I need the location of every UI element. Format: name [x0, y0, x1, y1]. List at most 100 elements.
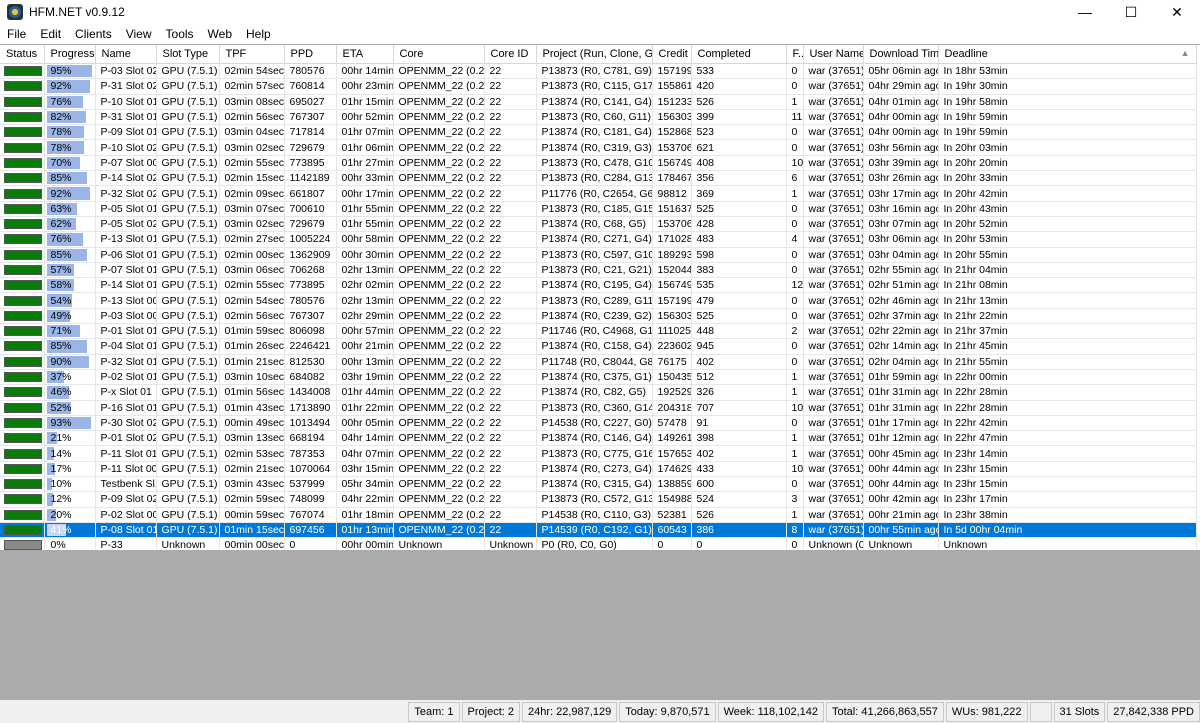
completed-cell: 448: [691, 323, 787, 340]
table-row[interactable]: 49% P-03 Slot 00 GPU (7.5.1) 02min 56sec 767…: [0, 308, 1197, 325]
user-name-cell: war (37651): [803, 155, 864, 172]
progress-label: 10%: [50, 478, 72, 491]
credit-cell: 138859: [652, 476, 692, 493]
table-row[interactable]: 71% P-01 Slot 01 GPU (7.5.1) 01min 59sec 806…: [0, 323, 1197, 340]
table-row[interactable]: 52% P-16 Slot 01 GPU (7.5.1) 01min 43sec 171…: [0, 400, 1197, 416]
core-id-cell: 22: [484, 231, 537, 248]
minimize-button[interactable]: —: [1062, 0, 1108, 24]
column-header-credit[interactable]: Credit: [652, 45, 692, 64]
column-header-tpf[interactable]: TPF: [219, 45, 285, 64]
status-wus: WUs: 981,222: [945, 701, 1028, 722]
column-header-slot-type[interactable]: Slot Type: [156, 45, 220, 64]
core-id-cell: 22: [484, 323, 537, 340]
table-row[interactable]: 76% P-10 Slot 01 GPU (7.5.1) 03min 08sec 695…: [0, 94, 1197, 110]
column-header-progress[interactable]: Progress: [44, 45, 96, 64]
core-id-cell: 22: [484, 185, 537, 202]
name-cell: P-06 Slot 01: [95, 247, 157, 263]
table-row[interactable]: 92% P-31 Slot 02 GPU (7.5.1) 02min 57sec 760…: [0, 78, 1197, 95]
column-header-completed[interactable]: Completed: [691, 45, 787, 64]
user-name-cell: war (37651): [803, 338, 864, 355]
table-row[interactable]: 12% P-09 Slot 02 GPU (7.5.1) 02min 59sec 748…: [0, 491, 1197, 508]
table-row[interactable]: 41% P-08 Slot 01 GPU (7.5.1) 01min 15sec 697…: [0, 522, 1197, 539]
table-row[interactable]: 78% P-09 Slot 01 GPU (7.5.1) 03min 04sec 717…: [0, 124, 1197, 141]
core-cell: Unknown: [393, 537, 485, 550]
download-time-cell: 00hr 44min ago: [863, 476, 939, 493]
progress-cell: 17%: [44, 461, 96, 478]
column-header-project[interactable]: Project (Run, Clone, Gen): [536, 45, 653, 64]
status-cell: [0, 63, 45, 80]
table-row[interactable]: 54% P-13 Slot 00 GPU (7.5.1) 02min 54sec 780…: [0, 292, 1197, 309]
column-header-core-id[interactable]: Core ID: [484, 45, 537, 64]
maximize-button[interactable]: ☐: [1108, 0, 1154, 24]
column-header-ppd[interactable]: PPD: [284, 45, 337, 64]
table-row[interactable]: 57% P-07 Slot 01 GPU (7.5.1) 03min 06sec 706…: [0, 262, 1197, 279]
table-row[interactable]: 92% P-32 Slot 02 GPU (7.5.1) 02min 09sec 661…: [0, 185, 1197, 202]
table-row[interactable]: 0% P-33 Unknown 00min 00sec 0 00hr 00min Unkno…: [0, 537, 1197, 550]
close-button[interactable]: ✕: [1154, 0, 1200, 24]
table-row[interactable]: 90% P-32 Slot 01 GPU (7.5.1) 01min 21sec 812…: [0, 354, 1197, 370]
credit-cell: 52381: [652, 507, 692, 523]
status-cell: [0, 369, 45, 386]
user-name-cell: war (37651): [803, 185, 864, 202]
user-name-cell: war (37651): [803, 216, 864, 233]
table-row[interactable]: 10% Testbenk Sl...GPU (7.5.1)03min 43sec5…: [0, 476, 1197, 493]
column-header-deadline[interactable]: Deadline ▲: [938, 45, 1197, 64]
column-header-core[interactable]: Core: [393, 45, 485, 64]
column-header-eta[interactable]: ETA: [336, 45, 394, 64]
table-row[interactable]: 14% P-11 Slot 01 GPU (7.5.1) 02min 53sec 787…: [0, 445, 1197, 462]
column-header-name[interactable]: Name: [95, 45, 157, 64]
menu-web[interactable]: Web: [201, 24, 239, 44]
download-time-cell: 02hr 04min ago: [863, 354, 939, 370]
column-header-download-time[interactable]: Download Time: [863, 45, 939, 64]
progress-label: 58%: [50, 279, 72, 292]
table-row[interactable]: 82% P-31 Slot 01 GPU (7.5.1) 02min 56sec 767…: [0, 109, 1197, 126]
table-row[interactable]: 63% P-05 Slot 01 GPU (7.5.1) 03min 07sec 700…: [0, 201, 1197, 217]
menu-file[interactable]: File: [0, 24, 33, 44]
table-row[interactable]: 62% P-05 Slot 02 GPU (7.5.1) 03min 02sec 729…: [0, 216, 1197, 233]
table-row[interactable]: 70% P-07 Slot 00 GPU (7.5.1) 02min 55sec 773…: [0, 155, 1197, 172]
menu-clients[interactable]: Clients: [68, 24, 119, 44]
deadline-cell: In 20hr 52min: [938, 216, 1197, 233]
table-row[interactable]: 93% P-30 Slot 02 GPU (7.5.1) 00min 49sec 101…: [0, 415, 1197, 432]
status-cell: [0, 476, 45, 493]
table-row[interactable]: 78% P-10 Slot 02 GPU (7.5.1) 03min 02sec 729…: [0, 139, 1197, 156]
table-row[interactable]: 85% P-14 Slot 02 GPU (7.5.1) 02min 15sec 114…: [0, 170, 1197, 187]
table-row[interactable]: 21% P-01 Slot 02 GPU (7.5.1) 03min 13sec 668…: [0, 430, 1197, 447]
credit-cell: 157199: [652, 292, 692, 309]
table-row[interactable]: 85% P-06 Slot 01 GPU (7.5.1) 02min 00sec 136…: [0, 247, 1197, 263]
table-row[interactable]: 58% P-14 Slot 01 GPU (7.5.1) 02min 55sec 773…: [0, 277, 1197, 294]
table-row[interactable]: 17% P-11 Slot 00 GPU (7.5.1) 02min 21sec 107…: [0, 461, 1197, 478]
menu-view[interactable]: View: [119, 24, 159, 44]
table-row[interactable]: 85% P-04 Slot 01 GPU (7.5.1) 01min 26sec 224…: [0, 338, 1197, 355]
slot-type-cell: GPU (7.5.1): [156, 170, 220, 187]
column-header-failed[interactable]: F...: [786, 45, 804, 64]
table-row[interactable]: 76% P-13 Slot 01 GPU (7.5.1) 02min 27sec 100…: [0, 231, 1197, 248]
table-row[interactable]: 37% P-02 Slot 01 GPU (7.5.1) 03min 10sec 684…: [0, 369, 1197, 386]
deadline-cell: In 21hr 45min: [938, 338, 1197, 355]
status-total: Total: 41,266,863,557: [826, 701, 944, 722]
core-id-cell: 22: [484, 63, 537, 80]
download-time-cell: 02hr 37min ago: [863, 308, 939, 325]
project-cell: P13873 (R0, C775, G16): [536, 445, 653, 462]
slot-type-cell: GPU (7.5.1): [156, 231, 220, 248]
menu-tools[interactable]: Tools: [159, 24, 201, 44]
table-row[interactable]: 95% P-03 Slot 02 GPU (7.5.1) 02min 54sec 780…: [0, 63, 1197, 80]
core-id-cell: 22: [484, 507, 537, 523]
status-indicator: [4, 66, 42, 77]
name-cell: P-13 Slot 00: [95, 292, 157, 309]
failed-cell: 0: [786, 338, 804, 355]
table-row[interactable]: 20% P-02 Slot 00 GPU (7.5.1) 00min 59sec 767…: [0, 507, 1197, 523]
table-row[interactable]: 46% P-x Slot 01 GPU (7.5.1) 01min 56sec 1434…: [0, 384, 1197, 401]
project-cell: P11776 (R0, C2654, G6): [536, 185, 653, 202]
column-header-user-name[interactable]: User Name: [803, 45, 864, 64]
tpf-cell: 03min 06sec: [219, 262, 285, 279]
menu-help[interactable]: Help: [239, 24, 278, 44]
project-cell: P13873 (R0, C360, G14): [536, 400, 653, 416]
column-header-status[interactable]: Status: [0, 45, 45, 64]
menu-edit[interactable]: Edit: [33, 24, 68, 44]
name-cell: P-11 Slot 00: [95, 461, 157, 478]
status-cell: [0, 522, 45, 539]
menu-bar: File Edit Clients View Tools Web Help: [0, 24, 1200, 44]
core-id-cell: 22: [484, 415, 537, 432]
ppd-cell: 1713890: [284, 400, 337, 416]
